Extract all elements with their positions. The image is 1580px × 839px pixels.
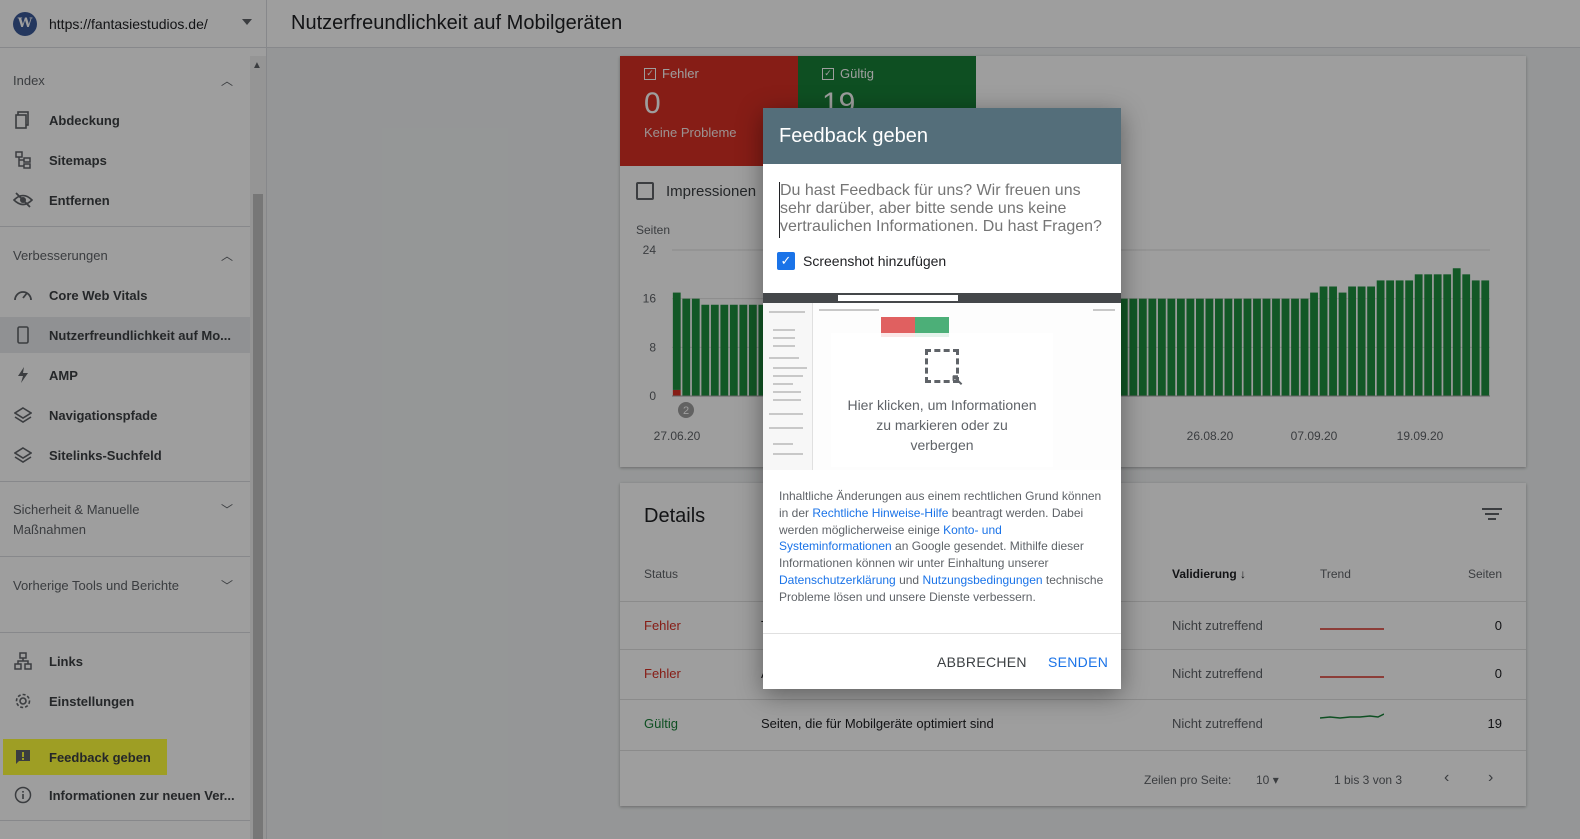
screenshot-preview[interactable]: Hier klicken, um Informationen zu markie… (763, 293, 1121, 470)
send-button[interactable]: SENDEN (1048, 654, 1108, 670)
dialog-title: Feedback geben (763, 108, 1121, 164)
dialog-footer: ABBRECHEN SENDEN (763, 633, 1121, 689)
terms-link[interactable]: Nutzungsbedingungen (922, 573, 1042, 587)
highlight-hint[interactable]: Hier klicken, um Informationen zu markie… (831, 333, 1053, 467)
checkbox-checked-icon: ✓ (777, 252, 795, 270)
feedback-textarea[interactable]: Du hast Feedback für uns? Wir freuen uns… (779, 182, 1107, 238)
preview-browser-bar (763, 293, 1121, 303)
cancel-button[interactable]: ABBRECHEN (937, 654, 1027, 670)
screenshot-checkbox[interactable]: ✓ Screenshot hinzufügen (777, 252, 946, 270)
select-area-icon (925, 349, 964, 390)
privacy-policy-link[interactable]: Datenschutzerklärung (779, 573, 896, 587)
feedback-dialog: Feedback geben Du hast Feedback für uns?… (763, 108, 1121, 689)
legal-help-link[interactable]: Rechtliche Hinweise-Hilfe (812, 506, 948, 520)
legal-notice: Inhaltliche Änderungen aus einem rechtli… (779, 489, 1104, 604)
preview-hint-text: Hier klicken, um Informationen zu markie… (847, 397, 1037, 453)
